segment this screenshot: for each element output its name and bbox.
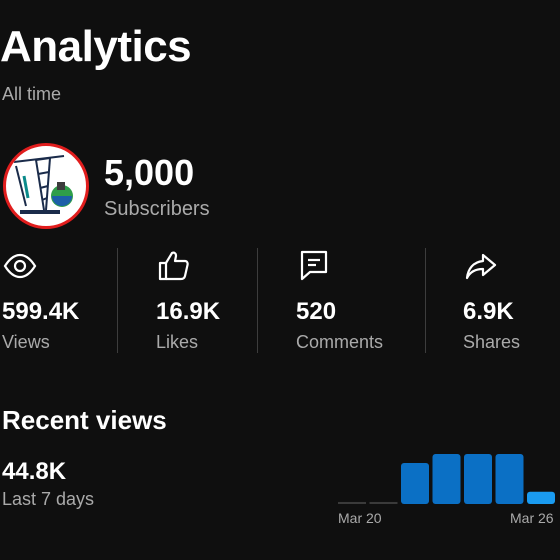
chart-bar[interactable] xyxy=(369,501,398,504)
chart-bar[interactable] xyxy=(464,454,492,504)
divider xyxy=(425,248,426,353)
divider xyxy=(257,248,258,353)
chart-bar[interactable] xyxy=(527,491,555,504)
subscriber-label: Subscribers xyxy=(104,198,210,220)
chart-bar[interactable] xyxy=(338,501,366,504)
views-value: 599.4K xyxy=(2,298,80,325)
comments-label: Comments xyxy=(296,332,384,352)
eye-icon xyxy=(3,253,37,279)
x-tick-label: Mar 26 xyxy=(510,510,554,526)
likes-value: 16.9K xyxy=(156,298,221,325)
subscriber-count: 5,000 xyxy=(104,152,195,193)
recent-views-title: Recent views xyxy=(2,405,167,435)
crane-logo-icon xyxy=(13,155,73,214)
chart-bar[interactable] xyxy=(432,454,461,504)
shares-label: Shares xyxy=(463,332,521,352)
views-label: Views xyxy=(2,332,50,352)
comments-value: 520 xyxy=(296,298,337,325)
period-label[interactable]: All time xyxy=(2,84,61,105)
channel-avatar[interactable] xyxy=(3,143,89,229)
x-tick-label: Mar 20 xyxy=(338,510,382,526)
chart-bar[interactable] xyxy=(401,463,429,504)
page-title: Analytics xyxy=(0,22,192,71)
chart-bar[interactable] xyxy=(495,454,524,504)
recent-views-period: Last 7 days xyxy=(2,489,95,509)
likes-label: Likes xyxy=(156,332,199,352)
shares-value: 6.9K xyxy=(463,298,514,325)
thumbs-up-icon xyxy=(158,251,189,281)
divider xyxy=(117,248,118,353)
recent-views-value: 44.8K xyxy=(2,458,67,485)
share-icon xyxy=(465,253,497,280)
comment-icon xyxy=(300,250,328,281)
